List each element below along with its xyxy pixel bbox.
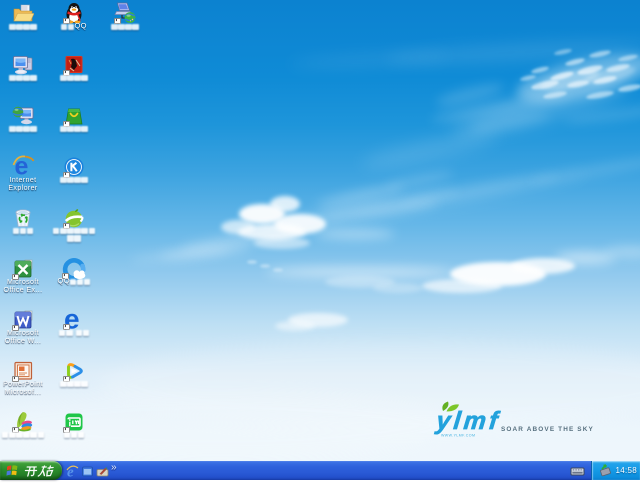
svg-text:WWW.YLMF.COM: WWW.YLMF.COM	[441, 434, 475, 438]
svg-text:ylmf: ylmf	[433, 407, 502, 435]
svg-text:SOAR ABOVE THE SKY: SOAR ABOVE THE SKY	[501, 426, 594, 433]
